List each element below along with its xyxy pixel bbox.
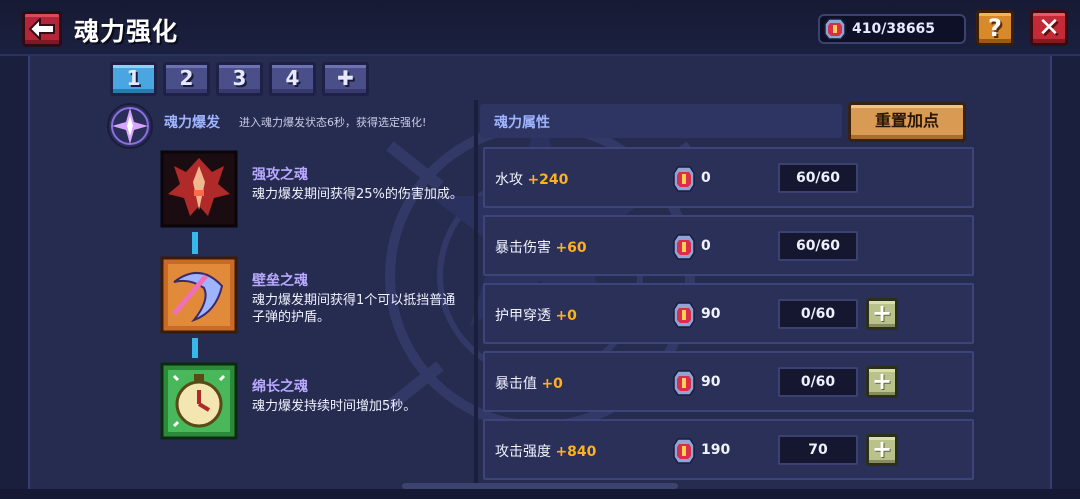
attribute-level: 60/60: [778, 163, 858, 193]
tab-3[interactable]: 3: [216, 62, 263, 96]
attribute-bonus: +840: [555, 444, 597, 460]
arrow-left-icon: [29, 18, 55, 40]
soul-burst-panel: 魂力爆发 进入魂力爆发状态6秒，获得选定强化! 强攻之魂 魂力爆发期间获得25%…: [104, 100, 474, 499]
attribute-level: 0/60: [778, 299, 858, 329]
soul-name: 绵长之魂: [252, 379, 308, 395]
attribute-name: 暴击伤害 +60: [495, 240, 587, 256]
attribute-bonus: +0: [555, 308, 577, 324]
attribute-level: 0/60: [778, 367, 858, 397]
tab-add[interactable]: ✚: [322, 62, 369, 96]
burst-title: 魂力爆发: [164, 115, 220, 131]
attribute-cost: 190: [701, 442, 731, 458]
connector-line: [192, 232, 198, 254]
attribute-bonus: +60: [555, 240, 587, 256]
help-button[interactable]: ?: [976, 10, 1014, 46]
attribute-row: 护甲穿透 +0 90 0/60 +: [483, 283, 974, 344]
attribute-cost: 90: [701, 374, 721, 390]
tab-2[interactable]: 2: [163, 62, 210, 96]
attribute-level: 70: [778, 435, 858, 465]
burst-description: 进入魂力爆发状态6秒，获得选定强化!: [239, 116, 427, 129]
attribute-row: 攻击强度 +840 190 70 +: [483, 419, 974, 480]
attribute-cost: 0: [701, 238, 711, 254]
add-point-button[interactable]: +: [866, 434, 898, 466]
add-point-button[interactable]: +: [866, 366, 898, 398]
add-point-button[interactable]: +: [866, 298, 898, 330]
reset-points-button[interactable]: 重置加点: [848, 102, 966, 142]
soul-description: 魂力爆发期间获得1个可以抵挡普通子弹的护盾。: [252, 293, 456, 325]
connector-line: [192, 338, 198, 358]
clock-icon[interactable]: [160, 362, 238, 440]
soul-description: 魂力爆发持续时间增加5秒。: [252, 399, 417, 414]
attribute-row: 暴击值 +0 90 0/60 +: [483, 351, 974, 412]
attribute-row: 水攻 +240 0 60/60: [483, 147, 974, 208]
back-button[interactable]: [22, 11, 62, 47]
dagger-icon[interactable]: [160, 150, 238, 228]
attribute-cost: 90: [701, 306, 721, 322]
scrollbar[interactable]: [402, 483, 678, 489]
top-bar: 魂力强化 410/38665 ? ✕: [0, 0, 1080, 56]
tab-4[interactable]: 4: [269, 62, 316, 96]
attribute-name: 攻击强度 +840: [495, 444, 597, 460]
attribute-bonus: +240: [527, 172, 569, 188]
attribute-level: 60/60: [778, 231, 858, 261]
page-title: 魂力强化: [74, 17, 179, 46]
soul-gem-icon: [673, 438, 695, 464]
attribute-name: 暴击值 +0: [495, 376, 563, 392]
soul-description: 魂力爆发期间获得25%的伤害加成。: [252, 187, 463, 202]
attribute-cost: 0: [701, 170, 711, 186]
bottom-strip: [0, 489, 1080, 499]
soul-gem-icon: [673, 234, 695, 260]
close-button[interactable]: ✕: [1030, 10, 1068, 46]
soul-gem-icon: [824, 18, 846, 40]
soul-name: 壁垒之魂: [252, 273, 308, 289]
attribute-name: 护甲穿透 +0: [495, 308, 577, 324]
burst-emblem-icon: [107, 103, 153, 149]
attribute-name: 水攻 +240: [495, 172, 569, 188]
attributes-title: 魂力属性: [494, 115, 550, 131]
loadout-tabs: 1 2 3 4 ✚: [110, 62, 369, 96]
tab-1[interactable]: 1: [110, 62, 157, 96]
currency-display: 410/38665: [818, 14, 966, 44]
soul-name: 强攻之魂: [252, 167, 308, 183]
soul-gem-icon: [673, 166, 695, 192]
column-divider: [474, 100, 478, 499]
attribute-row: 暴击伤害 +60 0 60/60: [483, 215, 974, 276]
shield-icon[interactable]: [160, 256, 238, 334]
attributes-header: 魂力属性: [480, 104, 842, 138]
soul-gem-icon: [673, 370, 695, 396]
soul-gem-icon: [673, 302, 695, 328]
attribute-bonus: +0: [541, 376, 563, 392]
currency-value: 410/38665: [852, 21, 936, 37]
